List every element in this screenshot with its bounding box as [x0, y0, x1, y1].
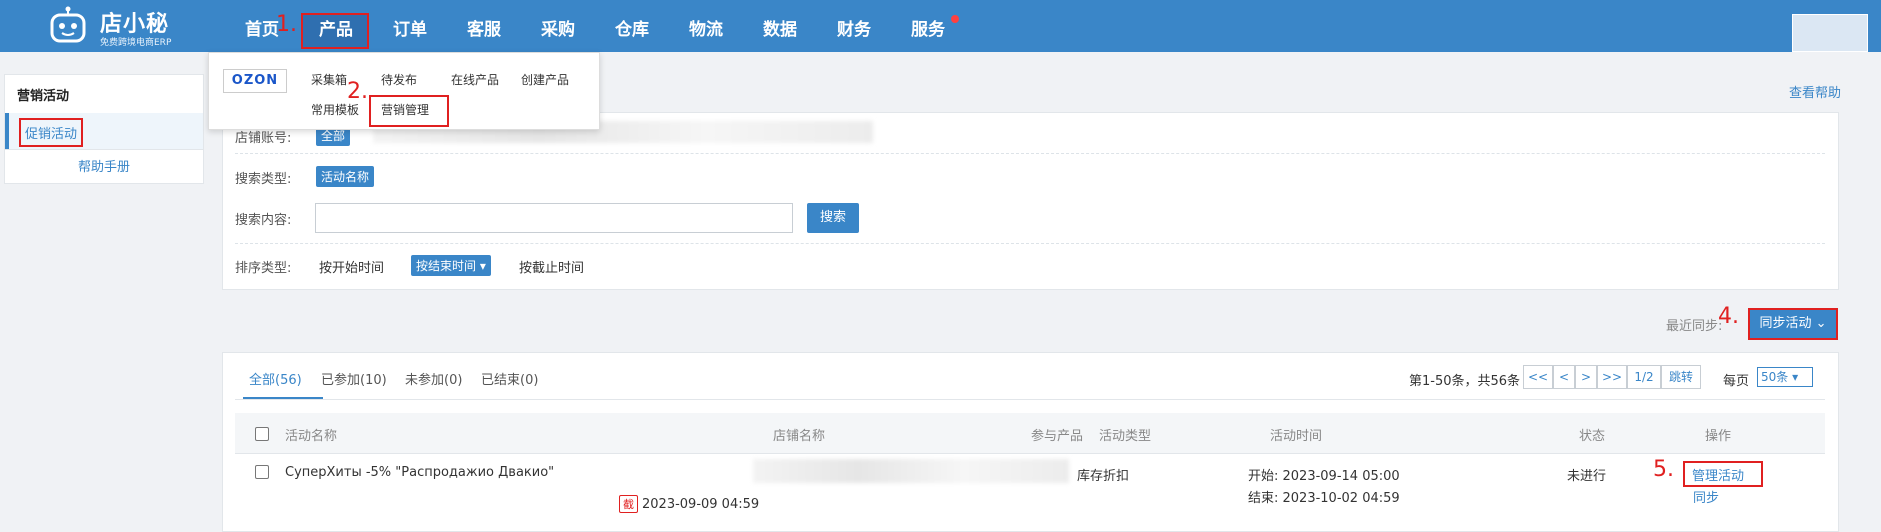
dropdown-create-product[interactable]: 创建产品	[521, 71, 569, 88]
tab-joined[interactable]: 已参加(10)	[321, 369, 387, 388]
dropdown-collection-box[interactable]: 采集箱	[311, 71, 347, 88]
nav-orders[interactable]: 订单	[393, 15, 427, 40]
col-actions: 操作	[1705, 429, 1732, 444]
annotation-step-4: 4.	[1718, 304, 1739, 329]
nav-data[interactable]: 数据	[763, 15, 797, 40]
col-activity-time: 活动时间	[1270, 429, 1323, 444]
tab-not-joined[interactable]: 未参加(0)	[405, 369, 462, 388]
annotation-step-1: 1.	[276, 12, 297, 37]
app-logo[interactable]: 店小秘 免费跨境电商ERP	[46, 4, 176, 48]
table-header: 活动名称 店铺名称 参与产品 活动类型 活动时间 状态 操作	[235, 413, 1825, 454]
search-input[interactable]	[315, 203, 793, 233]
sort-by-end-active[interactable]: 按结束时间 ▾	[411, 255, 491, 276]
divider	[235, 153, 1825, 154]
activity-start: 开始: 2023-09-14 05:00	[1248, 469, 1400, 484]
sidebar-item-label[interactable]: 促销活动	[19, 118, 84, 147]
activity-status: 未进行	[1567, 469, 1607, 484]
pager-jump[interactable]: 跳转	[1661, 365, 1701, 389]
deadline-time: 2023-09-09 04:59	[642, 497, 760, 512]
caret-down-icon: ▾	[1792, 370, 1799, 384]
search-content-label: 搜索内容:	[235, 213, 292, 228]
nav-customer-service[interactable]: 客服	[467, 15, 501, 40]
filter-panel: 店铺账号: 全部 搜索类型: 活动名称 搜索内容: 搜索 排序类型: 按开始时间…	[222, 112, 1839, 290]
nav-logistics[interactable]: 物流	[689, 15, 723, 40]
sync-activities-label: 同步活动	[1759, 316, 1812, 331]
col-products: 参与产品	[1031, 429, 1084, 444]
dropdown-pending-publish[interactable]: 待发布	[381, 71, 417, 88]
caret-down-icon: ▾	[479, 259, 486, 273]
last-sync-label: 最近同步:	[1666, 319, 1723, 334]
tab-ended[interactable]: 已结束(0)	[481, 369, 538, 388]
activity-deadline: 截 2023-09-09 04:59	[619, 495, 759, 513]
nav-services[interactable]: 服务	[911, 15, 945, 40]
search-type-label: 搜索类型:	[235, 172, 292, 187]
annotation-step-2: 2.	[347, 79, 368, 104]
sort-type-label: 排序类型:	[235, 261, 292, 276]
blurred-shop-name	[753, 459, 1069, 483]
tabs-divider	[235, 399, 1825, 400]
search-button[interactable]: 搜索	[807, 203, 859, 233]
annotation-step-5: 5.	[1653, 457, 1674, 482]
dropdown-marketing-management[interactable]: 营销管理	[381, 101, 429, 118]
sync-activity-link[interactable]: 同步	[1693, 487, 1719, 506]
activities-panel: 全部(56) 已参加(10) 未参加(0) 已结束(0) 第1-50条，共56条…	[222, 352, 1839, 532]
robot-logo-icon	[50, 6, 86, 43]
row-checkbox[interactable]	[255, 465, 269, 479]
sidebar-item-promotions[interactable]: 促销活动	[5, 113, 203, 149]
sync-activities-button[interactable]: 同步活动 ⌄	[1748, 308, 1838, 340]
nav-home[interactable]: 首页	[245, 15, 279, 40]
col-shop-name: 店铺名称	[773, 429, 826, 444]
pager-info: 第1-50条，共56条	[1409, 374, 1521, 389]
nav-products[interactable]: 产品	[319, 15, 353, 40]
per-page-value: 50条	[1761, 370, 1789, 384]
select-all-checkbox[interactable]	[255, 427, 269, 441]
deadline-badge: 截	[619, 495, 638, 513]
activity-name: СуперХиты -5% "Распродажио Двакио"	[285, 465, 555, 480]
sidebar-title: 营销活动	[17, 89, 70, 104]
pager-next[interactable]: >	[1575, 365, 1597, 389]
nav-finance[interactable]: 财务	[837, 15, 871, 40]
products-dropdown: OZON 采集箱 待发布 在线产品 创建产品 常用模板 营销管理 2.	[208, 52, 600, 130]
pager-current-page[interactable]: 1/2	[1627, 365, 1661, 389]
activity-type: 库存折扣	[1077, 469, 1130, 484]
pager-first[interactable]: <<	[1523, 365, 1553, 389]
search-type-tag[interactable]: 活动名称	[316, 166, 375, 187]
pager-prev[interactable]: <	[1553, 365, 1575, 389]
nav-warehouse[interactable]: 仓库	[615, 15, 649, 40]
pager-last[interactable]: >>	[1597, 365, 1627, 389]
tab-active-underline	[243, 397, 323, 399]
nav-purchase[interactable]: 采购	[541, 15, 575, 40]
view-help-link[interactable]: 查看帮助	[1789, 82, 1841, 101]
activity-end: 结束: 2023-10-02 04:59	[1248, 491, 1400, 506]
user-avatar[interactable]	[1792, 14, 1868, 52]
per-page-select[interactable]: 50条 ▾	[1757, 367, 1813, 387]
per-page-label: 每页	[1723, 374, 1750, 389]
ozon-platform-logo[interactable]: OZON	[223, 69, 287, 93]
logo-name: 店小秘	[100, 12, 170, 37]
sidebar-help-manual[interactable]: 帮助手册	[5, 149, 203, 186]
notification-dot	[951, 15, 959, 23]
sort-by-end-label: 按结束时间	[416, 259, 477, 273]
chevron-down-icon: ⌄	[1815, 316, 1827, 331]
divider	[235, 243, 1825, 244]
logo-subtitle: 免费跨境电商ERP	[100, 38, 172, 48]
col-activity-name: 活动名称	[285, 429, 338, 444]
col-status: 状态	[1579, 429, 1606, 444]
col-activity-type: 活动类型	[1099, 429, 1152, 444]
manage-activity-link[interactable]: 管理活动	[1692, 465, 1744, 484]
dropdown-online-products[interactable]: 在线产品	[451, 71, 499, 88]
sort-by-deadline[interactable]: 按截止时间	[519, 257, 584, 276]
sidebar: 营销活动 促销活动 帮助手册	[4, 74, 204, 184]
sort-by-start[interactable]: 按开始时间	[319, 257, 384, 276]
tab-all[interactable]: 全部(56)	[249, 369, 302, 388]
